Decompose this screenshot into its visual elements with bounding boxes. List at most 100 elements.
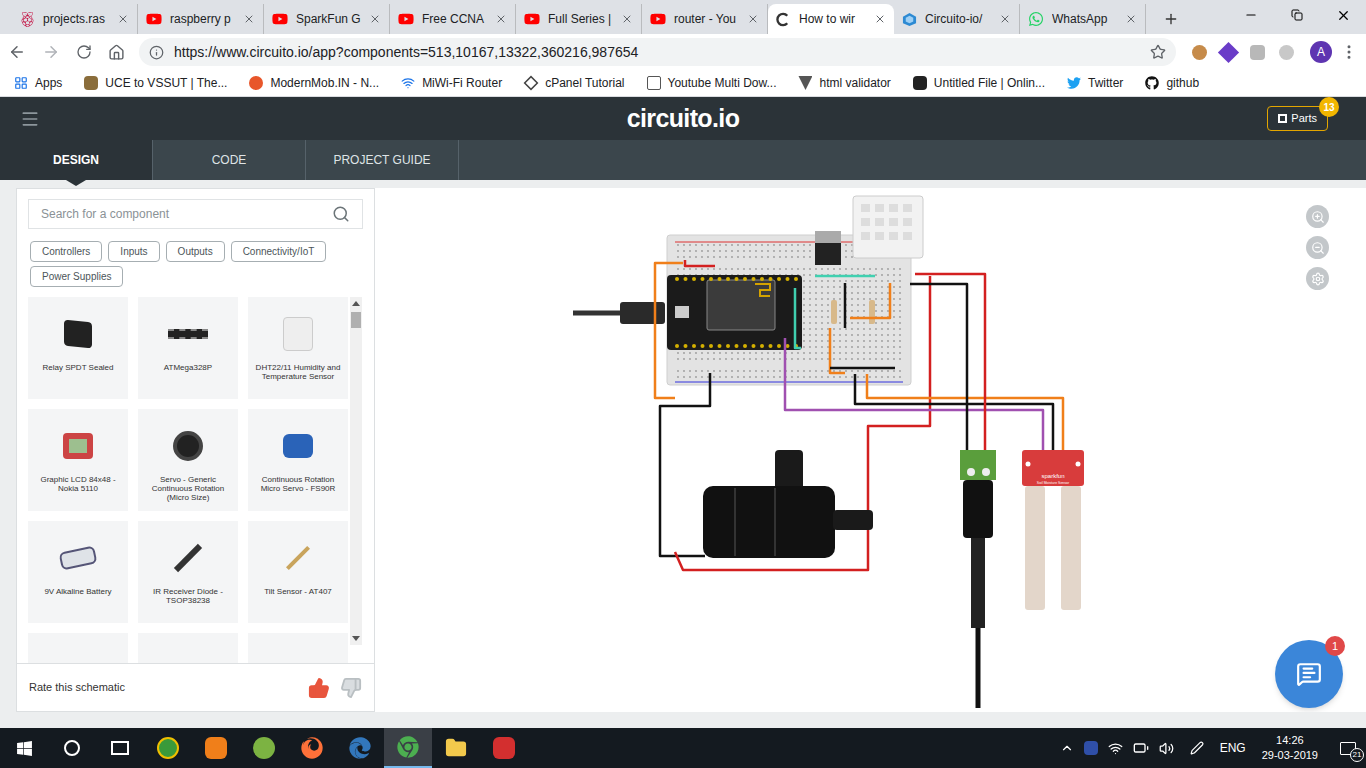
zoom-in-button[interactable] — [1306, 205, 1329, 228]
bookmark[interactable]: html validator — [798, 74, 890, 92]
extension-icon[interactable] — [1192, 45, 1207, 60]
close-icon[interactable] — [621, 13, 633, 25]
hamburger-icon[interactable] — [20, 109, 40, 129]
browser-tab[interactable]: projects.ras — [12, 4, 138, 34]
category-button[interactable]: Connectivity/IoT — [231, 241, 327, 262]
category-button[interactable]: Inputs — [108, 241, 159, 262]
extension-icon[interactable] — [1218, 41, 1239, 62]
back-icon[interactable] — [8, 43, 26, 61]
new-tab-button[interactable] — [1156, 4, 1186, 34]
component-card[interactable] — [138, 633, 238, 663]
component-card[interactable]: Tilt Sensor - AT407 — [248, 521, 348, 623]
bookmark[interactable]: github — [1145, 74, 1199, 92]
home-icon[interactable] — [108, 44, 125, 61]
component-card[interactable]: Servo - Generic Continuous Rotation (Mic… — [138, 409, 238, 511]
category-button[interactable]: Outputs — [166, 241, 225, 262]
component-card[interactable] — [28, 633, 128, 663]
component-card[interactable]: 9V Alkaline Battery — [28, 521, 128, 623]
volume-icon[interactable] — [1159, 741, 1174, 756]
category-button[interactable]: Controllers — [30, 241, 102, 262]
menu-icon[interactable] — [1340, 43, 1358, 61]
pen-icon[interactable] — [1190, 741, 1204, 755]
zoom-out-button[interactable] — [1306, 236, 1329, 259]
bookmark[interactable]: UCE to VSSUT | The... — [84, 74, 227, 92]
taskbar-app[interactable] — [480, 728, 528, 768]
bookmark[interactable]: Twitter — [1067, 74, 1123, 92]
browser-tab[interactable]: SparkFun G — [264, 4, 390, 34]
chevron-up-icon[interactable] — [1060, 741, 1074, 755]
browser-tab[interactable]: raspberry p — [138, 4, 264, 34]
component-card[interactable]: IR Receiver Diode - TSOP38238 — [138, 521, 238, 623]
browser-tab[interactable]: Circuito-io/ — [894, 4, 1020, 34]
close-icon[interactable] — [1125, 13, 1137, 25]
parts-button[interactable]: Parts13 — [1267, 106, 1328, 131]
component-card[interactable]: Relay SPDT Sealed — [28, 297, 128, 399]
reload-icon[interactable] — [76, 44, 92, 60]
close-icon[interactable] — [999, 13, 1011, 25]
wifi-icon[interactable] — [1108, 741, 1123, 756]
browser-tab[interactable]: WhatsApp — [1020, 4, 1146, 34]
browser-tab[interactable]: How to wir — [768, 4, 894, 34]
taskbar-app[interactable] — [192, 728, 240, 768]
taskbar-app[interactable] — [240, 728, 288, 768]
bookmark[interactable]: Untitled File | Onlin... — [913, 74, 1045, 92]
nav-tab[interactable]: DESIGN — [0, 140, 153, 180]
close-icon[interactable] — [369, 13, 381, 25]
info-icon[interactable] — [149, 45, 164, 60]
clock[interactable]: 14:2629-03-2019 — [1256, 733, 1324, 763]
app-logo[interactable]: circuito.io — [462, 100, 904, 138]
tray-app-icon[interactable] — [1084, 741, 1098, 755]
bookmark[interactable]: Apps — [14, 74, 62, 92]
browser-tab[interactable]: Full Series | — [516, 4, 642, 34]
minimize-button[interactable] — [1228, 0, 1274, 30]
address-bar[interactable]: https://www.circuito.io/app?components=5… — [139, 38, 1176, 66]
bookmark-star-icon[interactable] — [1150, 44, 1166, 60]
search-button[interactable] — [48, 728, 96, 768]
bookmark[interactable]: MiWi-Fi Router — [401, 74, 502, 92]
browser-tab[interactable]: router - You — [642, 4, 768, 34]
thumbs-down-icon[interactable] — [340, 677, 362, 699]
bookmark[interactable]: Youtube Multi Dow... — [647, 74, 777, 92]
bookmark[interactable]: cPanel Tutorial — [524, 74, 624, 92]
bookmark[interactable]: ModernMob.IN - N... — [249, 74, 379, 92]
profile-avatar[interactable]: A — [1310, 41, 1332, 63]
taskbar-app[interactable] — [384, 728, 432, 768]
taskbar-app[interactable] — [144, 728, 192, 768]
forward-icon[interactable] — [42, 43, 60, 61]
nav-tab[interactable]: PROJECT GUIDE — [306, 140, 459, 180]
design-canvas[interactable]: sparkfunSoil Moisture Sensor1 — [375, 188, 1366, 712]
taskbar-app[interactable] — [432, 728, 480, 768]
battery-icon[interactable] — [1133, 740, 1149, 756]
scrollbar-thumb[interactable] — [351, 312, 361, 328]
extension-icon[interactable] — [1279, 45, 1294, 60]
thumbs-up-icon[interactable] — [308, 677, 330, 699]
nav-tab[interactable]: CODE — [153, 140, 306, 180]
start-button[interactable] — [0, 728, 48, 768]
taskbar-app[interactable] — [288, 728, 336, 768]
component-card[interactable]: Graphic LCD 84x48 - Nokia 5110 — [28, 409, 128, 511]
screen: projects.rasraspberry pSparkFun GFree CC… — [0, 0, 1366, 768]
close-icon[interactable] — [747, 13, 759, 25]
task-view-button[interactable] — [96, 728, 144, 768]
restore-button[interactable] — [1274, 0, 1320, 30]
search-field[interactable]: Search for a component — [28, 199, 363, 229]
category-button[interactable]: Power Supplies — [30, 266, 123, 287]
close-icon[interactable] — [117, 13, 129, 25]
extension-icon[interactable] — [1250, 45, 1265, 60]
settings-button[interactable] — [1306, 267, 1329, 290]
scrollbar[interactable] — [350, 297, 362, 645]
chat-button[interactable]: 1 — [1275, 640, 1343, 708]
close-icon[interactable] — [495, 13, 507, 25]
component-card[interactable]: ATMega328P — [138, 297, 238, 399]
close-button[interactable] — [1320, 0, 1366, 30]
taskbar-app[interactable] — [336, 728, 384, 768]
browser-tab[interactable]: Free CCNA — [390, 4, 516, 34]
component-card[interactable]: Continuous Rotation Micro Servo - FS90R — [248, 409, 348, 511]
language[interactable]: ENG — [1220, 739, 1246, 757]
search-icon[interactable] — [332, 205, 350, 223]
close-icon[interactable] — [243, 13, 255, 25]
component-card[interactable] — [248, 633, 348, 663]
component-card[interactable]: DHT22/11 Humidity and Temperature Sensor — [248, 297, 348, 399]
close-icon[interactable] — [874, 13, 886, 25]
notification-button[interactable]: 21 — [1334, 728, 1362, 768]
